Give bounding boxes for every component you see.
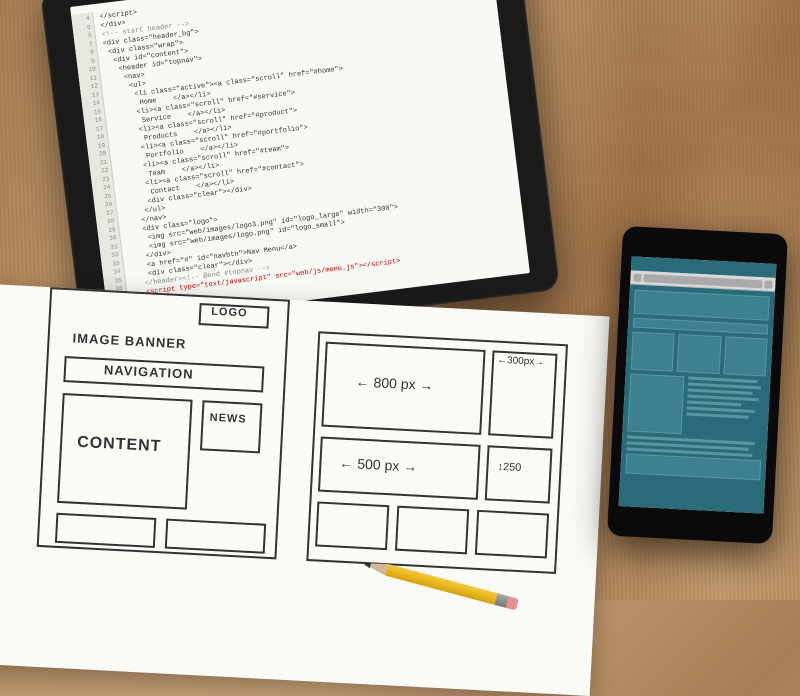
sketch-block-1: [55, 513, 156, 548]
wireframe-image-block: [627, 373, 684, 434]
sketch-dim-250: ↕250: [497, 461, 521, 474]
sketch-block-2: [165, 519, 266, 554]
wireframe-row: [627, 373, 765, 438]
wireframe-block: [631, 332, 675, 372]
tablet-screen: 4567891011121314151617181920212223242526…: [70, 0, 530, 325]
nav-icon: [633, 273, 641, 281]
sketch-side-250: [485, 445, 553, 503]
wireframe-text-block: [685, 376, 765, 438]
wireframe-row: [631, 332, 768, 377]
wireframe-header-block: [634, 290, 770, 321]
phone-screen: [619, 256, 777, 513]
wireframe-footer-block: [625, 453, 761, 480]
sketch-bottom-3: [475, 510, 549, 559]
sketch-logo-label: LOGO: [211, 306, 248, 320]
wireframe-block: [723, 336, 767, 376]
sketch-news-label: NEWS: [209, 412, 247, 426]
nav-icon: [764, 280, 772, 288]
wireframe-sketch-paper: LOGO IMAGE BANNER NAVIGATION CONTENT NEW…: [0, 284, 610, 696]
sketch-bottom-2: [395, 506, 469, 555]
sketch-news-box: [200, 400, 263, 453]
wireframe-block: [677, 334, 721, 374]
phone-wireframe-content: [619, 284, 775, 513]
sketch-bottom-1: [315, 501, 389, 550]
phone-device: [607, 226, 788, 544]
code-editor-content: </script> </div> <!-- start header --> <…: [93, 0, 525, 314]
